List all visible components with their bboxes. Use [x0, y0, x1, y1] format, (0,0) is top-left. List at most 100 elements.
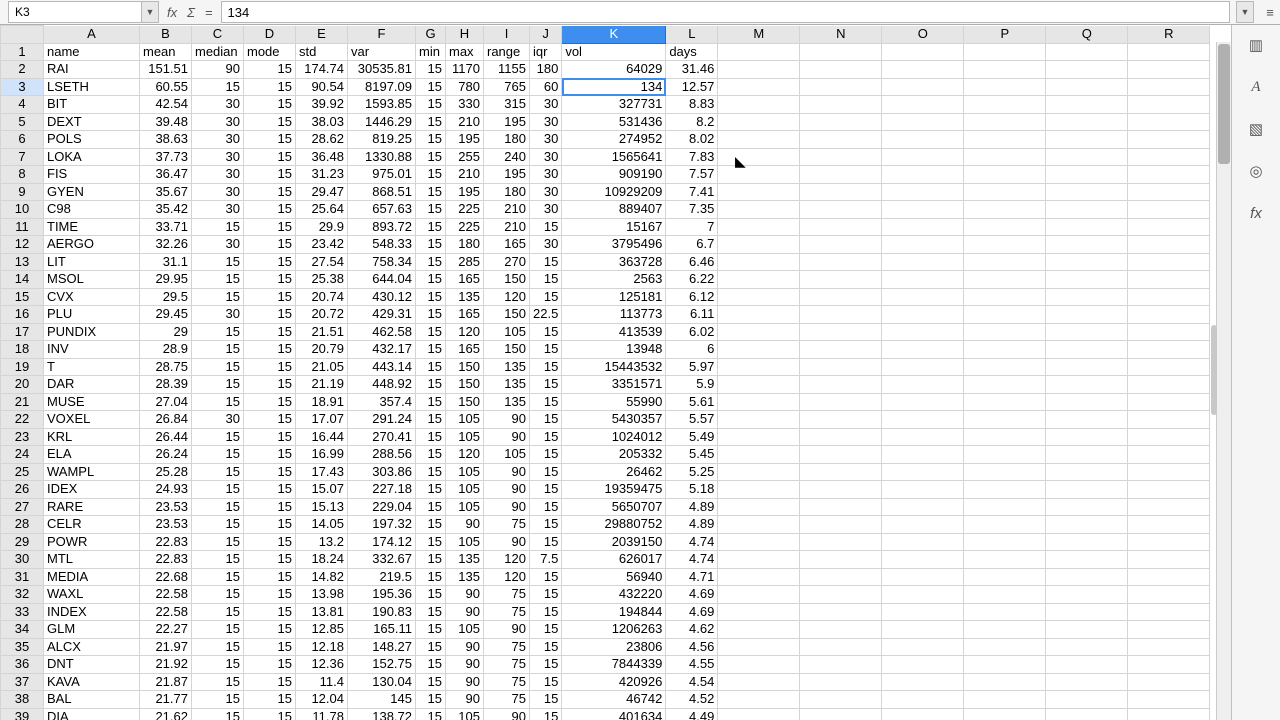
cell[interactable]: [882, 673, 964, 691]
cell[interactable]: 90: [446, 603, 484, 621]
cell[interactable]: 15: [530, 673, 562, 691]
cell[interactable]: 8.2: [666, 113, 718, 131]
cell[interactable]: CVX: [44, 288, 140, 306]
cell[interactable]: 1024012: [562, 428, 666, 446]
cell[interactable]: 105: [484, 323, 530, 341]
cell[interactable]: 15: [244, 61, 296, 79]
cell[interactable]: [718, 568, 800, 586]
cell[interactable]: 819.25: [348, 131, 416, 149]
cell[interactable]: 758.34: [348, 253, 416, 271]
cell[interactable]: [1128, 323, 1210, 341]
cell[interactable]: [1046, 253, 1128, 271]
cell[interactable]: KAVA: [44, 673, 140, 691]
cell[interactable]: 15: [244, 288, 296, 306]
cell[interactable]: [1128, 586, 1210, 604]
cell[interactable]: [964, 621, 1046, 639]
cell[interactable]: 113773: [562, 306, 666, 324]
cell[interactable]: 15: [416, 183, 446, 201]
cell[interactable]: 8.02: [666, 131, 718, 149]
cell[interactable]: [1128, 551, 1210, 569]
cell[interactable]: 432.17: [348, 341, 416, 359]
cell[interactable]: 105: [446, 621, 484, 639]
row-header[interactable]: 29: [1, 533, 44, 551]
cell[interactable]: 21.97: [140, 638, 192, 656]
cell[interactable]: 130.04: [348, 673, 416, 691]
cell[interactable]: [800, 131, 882, 149]
cell[interactable]: 15: [192, 358, 244, 376]
cell[interactable]: [1046, 638, 1128, 656]
cell[interactable]: 14.05: [296, 516, 348, 534]
cell[interactable]: 15: [192, 691, 244, 709]
cell[interactable]: 15: [416, 236, 446, 254]
cell[interactable]: 18.91: [296, 393, 348, 411]
cell[interactable]: 17.07: [296, 411, 348, 429]
cell[interactable]: 8.83: [666, 96, 718, 114]
row-header[interactable]: 3: [1, 78, 44, 96]
cell[interactable]: 197.32: [348, 516, 416, 534]
cell[interactable]: 889407: [562, 201, 666, 219]
cell[interactable]: 135: [484, 358, 530, 376]
cell[interactable]: [1128, 113, 1210, 131]
cell[interactable]: [718, 253, 800, 271]
styles-icon[interactable]: A: [1244, 75, 1268, 99]
cell[interactable]: 174.74: [296, 61, 348, 79]
cell[interactable]: [1046, 113, 1128, 131]
cell[interactable]: 64029: [562, 61, 666, 79]
cell[interactable]: [718, 656, 800, 674]
cell[interactable]: [718, 551, 800, 569]
cell[interactable]: [1046, 323, 1128, 341]
cell[interactable]: 15: [244, 691, 296, 709]
cell[interactable]: 30: [192, 183, 244, 201]
cell[interactable]: 29: [140, 323, 192, 341]
cell[interactable]: 194844: [562, 603, 666, 621]
cell[interactable]: 90: [484, 428, 530, 446]
cell[interactable]: 15: [192, 673, 244, 691]
cell[interactable]: DAR: [44, 376, 140, 394]
cell[interactable]: [882, 288, 964, 306]
cell[interactable]: 15: [416, 516, 446, 534]
cell[interactable]: 15: [416, 586, 446, 604]
cell[interactable]: [964, 218, 1046, 236]
cell[interactable]: 28.62: [296, 131, 348, 149]
row-header[interactable]: 37: [1, 673, 44, 691]
cell[interactable]: 6.22: [666, 271, 718, 289]
cell[interactable]: 15: [530, 586, 562, 604]
cell[interactable]: [718, 201, 800, 219]
cell[interactable]: [964, 691, 1046, 709]
cell[interactable]: 443.14: [348, 358, 416, 376]
cell[interactable]: 420926: [562, 673, 666, 691]
cell[interactable]: [882, 43, 964, 61]
cell[interactable]: 134: [562, 78, 666, 96]
cell[interactable]: 21.62: [140, 708, 192, 720]
cell[interactable]: 225: [446, 201, 484, 219]
cell[interactable]: 30: [530, 113, 562, 131]
row-header[interactable]: 27: [1, 498, 44, 516]
cell[interactable]: GLM: [44, 621, 140, 639]
cell[interactable]: [882, 656, 964, 674]
cell[interactable]: 4.89: [666, 498, 718, 516]
cell[interactable]: 15167: [562, 218, 666, 236]
cell[interactable]: 15: [530, 498, 562, 516]
cell[interactable]: 448.92: [348, 376, 416, 394]
cell[interactable]: 15: [244, 236, 296, 254]
cell[interactable]: 13.2: [296, 533, 348, 551]
cell[interactable]: 4.69: [666, 586, 718, 604]
cell[interactable]: 15: [244, 358, 296, 376]
cell[interactable]: [800, 323, 882, 341]
cell[interactable]: 15: [244, 341, 296, 359]
cell[interactable]: 90: [484, 498, 530, 516]
equals-icon[interactable]: =: [205, 5, 213, 20]
cell[interactable]: 15: [244, 586, 296, 604]
cell[interactable]: 39.48: [140, 113, 192, 131]
cell[interactable]: 75: [484, 638, 530, 656]
cell[interactable]: [800, 411, 882, 429]
cell[interactable]: [1128, 358, 1210, 376]
cell[interactable]: 120: [484, 568, 530, 586]
cell[interactable]: 16.44: [296, 428, 348, 446]
col-header-E[interactable]: E: [296, 26, 348, 44]
cell[interactable]: [964, 131, 1046, 149]
cell[interactable]: 15: [244, 498, 296, 516]
cell[interactable]: 20.72: [296, 306, 348, 324]
cell[interactable]: MUSE: [44, 393, 140, 411]
cell[interactable]: [1046, 621, 1128, 639]
